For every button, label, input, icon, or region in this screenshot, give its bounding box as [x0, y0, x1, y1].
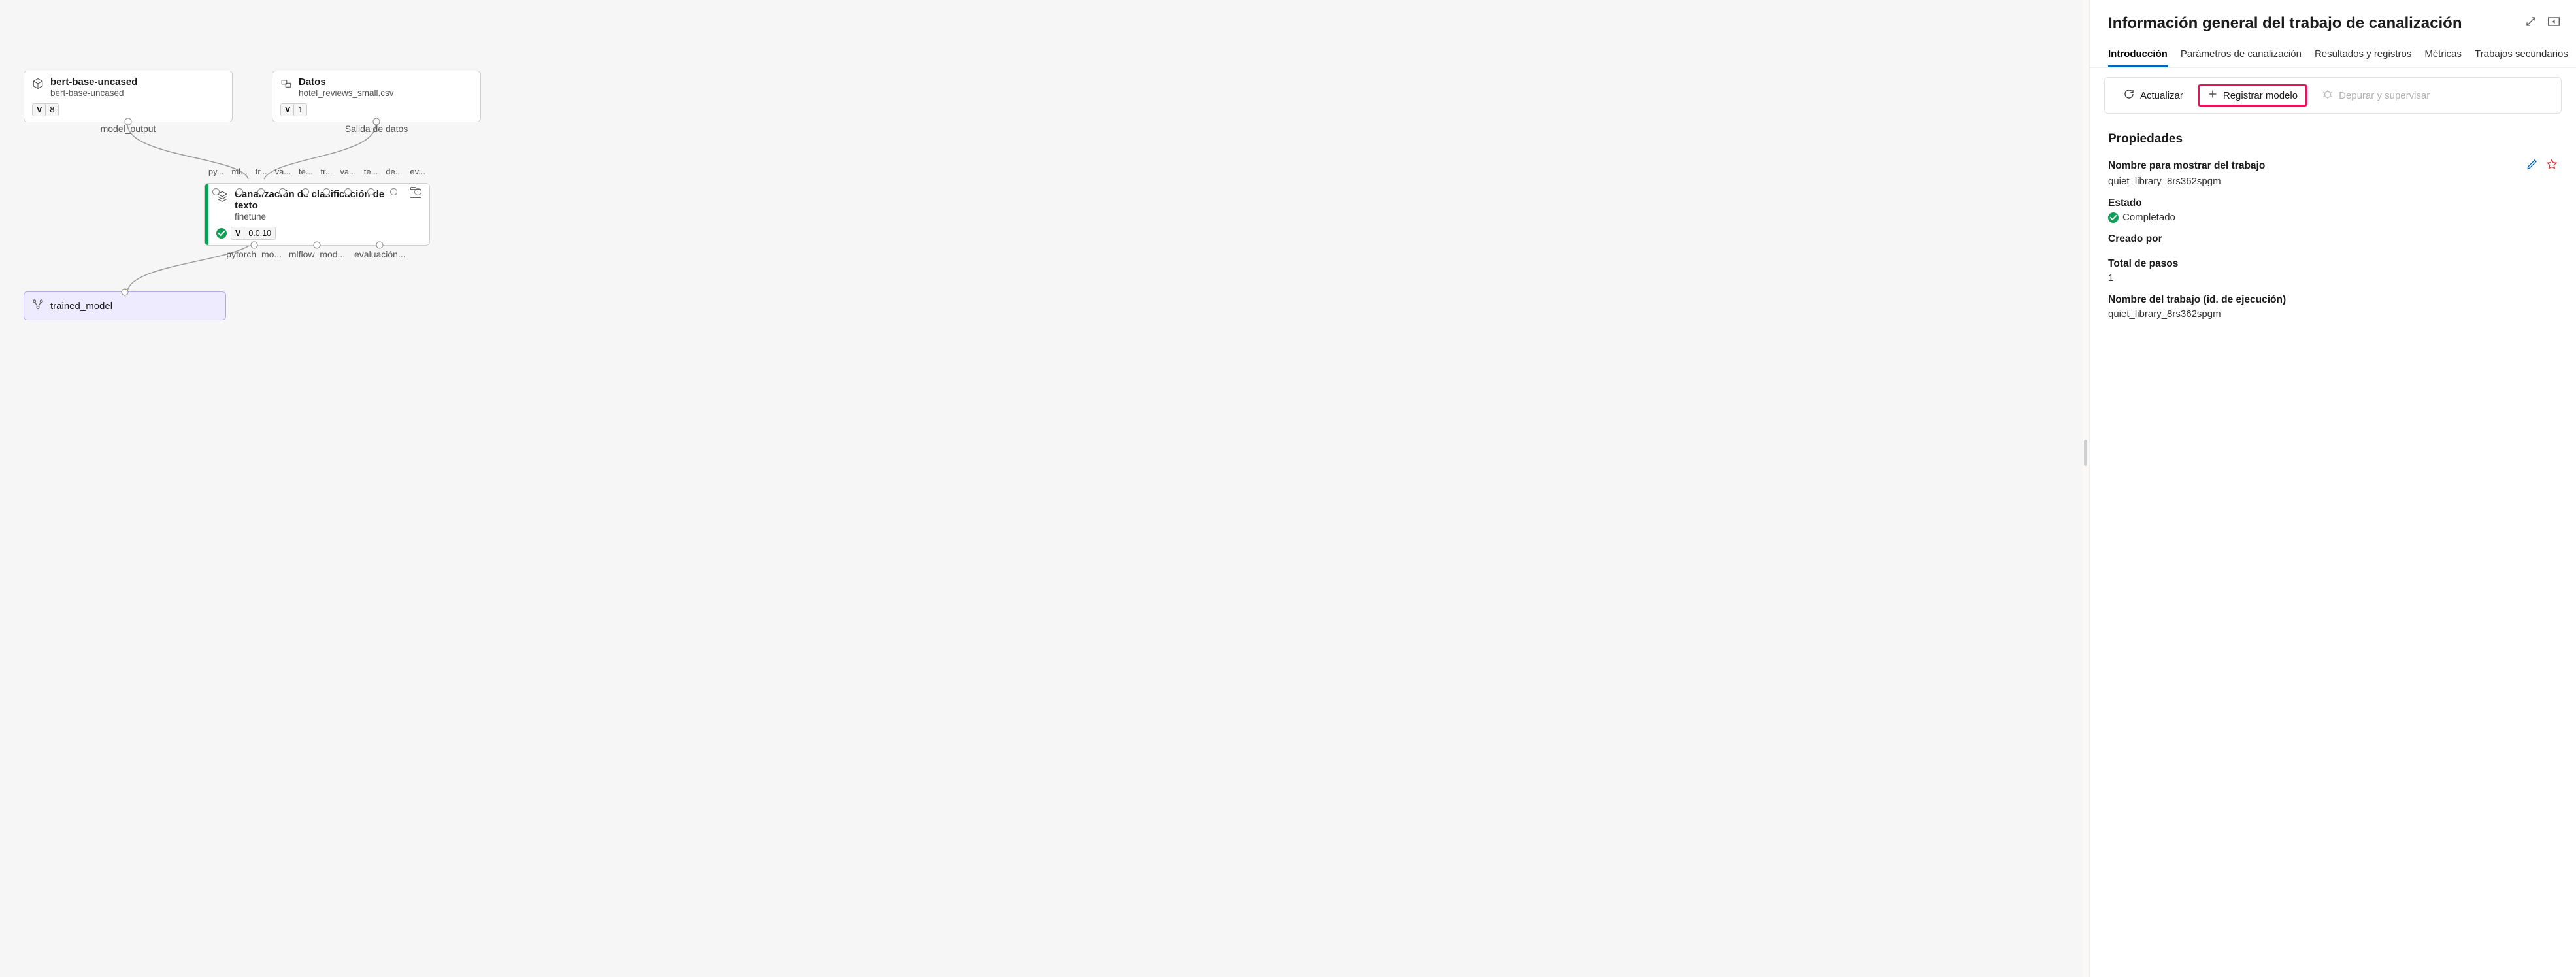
property-value: 1	[2108, 273, 2558, 284]
node-title: bert-base-uncased	[50, 76, 137, 88]
refresh-label: Actualizar	[2140, 90, 2183, 101]
star-icon[interactable]	[2546, 158, 2558, 173]
property-label: Creado por	[2108, 233, 2162, 245]
popout-icon[interactable]	[2547, 16, 2560, 30]
property-status: Estado Completado	[2090, 192, 2576, 228]
property-label: Nombre para mostrar del trabajo	[2108, 160, 2265, 172]
pipeline-input-ports: py... ml... tr... va... te... tr... va..…	[205, 178, 429, 195]
status-complete-icon	[216, 228, 227, 239]
job-details-panel: Información general del trabajo de canal…	[2089, 0, 2576, 977]
input-port-label: tr...	[320, 167, 332, 176]
expand-icon[interactable]	[2525, 16, 2537, 30]
output-port-label: mlflow_mod...	[289, 249, 345, 259]
cube-icon	[32, 78, 44, 90]
property-display-name: Nombre para mostrar del trabajo quiet_li…	[2090, 153, 2576, 192]
input-port[interactable]	[279, 188, 286, 195]
output-port[interactable]	[376, 242, 384, 249]
edit-icon[interactable]	[2526, 158, 2538, 173]
property-value: Completado	[2122, 212, 2175, 223]
node-trained-model[interactable]: trained_model	[24, 291, 226, 320]
property-job-name: Nombre del trabajo (id. de ejecución) qu…	[2090, 289, 2576, 325]
register-model-label: Registrar modelo	[2223, 90, 2298, 101]
node-bert-base-uncased[interactable]: bert-base-uncased bert-base-uncased V8 m…	[24, 71, 233, 122]
panel-tabs: Introducción Parámetros de canalización …	[2090, 42, 2576, 68]
data-icon	[280, 78, 292, 90]
tab-metrics[interactable]: Métricas	[2424, 42, 2462, 67]
tab-child-jobs[interactable]: Trabajos secundarios	[2475, 42, 2568, 67]
input-port-label: tr...	[256, 167, 267, 176]
panel-splitter[interactable]	[2083, 0, 2089, 977]
refresh-button[interactable]: Actualizar	[2115, 84, 2191, 107]
input-port[interactable]	[367, 188, 374, 195]
input-port[interactable]	[390, 188, 397, 195]
output-port-label: evaluación...	[354, 249, 406, 259]
input-port[interactable]	[344, 188, 352, 195]
bug-icon	[2322, 88, 2334, 103]
debug-monitor-button: Depurar y supervisar	[2314, 84, 2437, 107]
input-port[interactable]	[122, 289, 129, 296]
panel-title: Información general del trabajo de canal…	[2090, 0, 2576, 42]
version-badge: V8	[32, 103, 59, 116]
status-complete-icon	[2108, 212, 2119, 223]
property-total-steps: Total de pasos 1	[2090, 253, 2576, 289]
output-port[interactable]	[250, 242, 257, 249]
input-port-label: va...	[340, 167, 356, 176]
node-title: trained_model	[50, 301, 112, 312]
tab-results-logs[interactable]: Resultados y registros	[2315, 42, 2411, 67]
input-port-label: py...	[208, 167, 224, 176]
property-value: quiet_library_8rs362spgm	[2108, 308, 2558, 320]
property-value: quiet_library_8rs362spgm	[2108, 176, 2558, 187]
input-port[interactable]	[236, 188, 243, 195]
input-port[interactable]	[257, 188, 265, 195]
output-port-label: pytorch_mo...	[226, 249, 282, 259]
input-port-label: ev...	[410, 167, 425, 176]
property-label: Nombre del trabajo (id. de ejecución)	[2108, 294, 2286, 306]
input-port[interactable]	[302, 188, 309, 195]
output-port-label: Salida de datos	[345, 124, 408, 134]
input-port-label: de...	[386, 167, 402, 176]
property-created-by: Creado por	[2090, 228, 2576, 253]
flow-icon	[32, 299, 44, 313]
panel-toolbar: Actualizar Registrar modelo Depurar y su…	[2104, 77, 2562, 114]
property-label: Total de pasos	[2108, 258, 2178, 270]
input-port-label: te...	[364, 167, 378, 176]
input-port[interactable]	[212, 188, 220, 195]
version-badge: V1	[280, 103, 307, 116]
property-label: Estado	[2108, 197, 2142, 209]
node-title: Datos	[299, 76, 394, 88]
folder-icon[interactable]	[410, 189, 421, 198]
debug-monitor-label: Depurar y supervisar	[2339, 90, 2430, 101]
node-subtitle: finetune	[235, 212, 403, 222]
output-port[interactable]	[314, 242, 321, 249]
node-subtitle: bert-base-uncased	[50, 88, 137, 98]
node-subtitle: hotel_reviews_small.csv	[299, 88, 394, 98]
plus-icon	[2207, 89, 2218, 102]
input-port[interactable]	[323, 188, 330, 195]
properties-heading: Propiedades	[2090, 123, 2576, 153]
input-port-label: va...	[275, 167, 291, 176]
refresh-icon	[2123, 88, 2135, 103]
output-port-label: model_output	[101, 124, 156, 134]
input-port-label: ml...	[231, 167, 248, 176]
tab-pipeline-parameters[interactable]: Parámetros de canalización	[2181, 42, 2302, 67]
node-datos[interactable]: Datos hotel_reviews_small.csv V1 Salida …	[272, 71, 481, 122]
node-text-classification-pipeline[interactable]: py... ml... tr... va... te... tr... va..…	[204, 183, 430, 246]
register-model-button[interactable]: Registrar modelo	[2198, 84, 2307, 107]
version-badge: V0.0.10	[231, 227, 276, 240]
input-port-label: te...	[299, 167, 313, 176]
pipeline-canvas[interactable]: bert-base-uncased bert-base-uncased V8 m…	[0, 0, 2083, 977]
tab-introduction[interactable]: Introducción	[2108, 42, 2168, 67]
